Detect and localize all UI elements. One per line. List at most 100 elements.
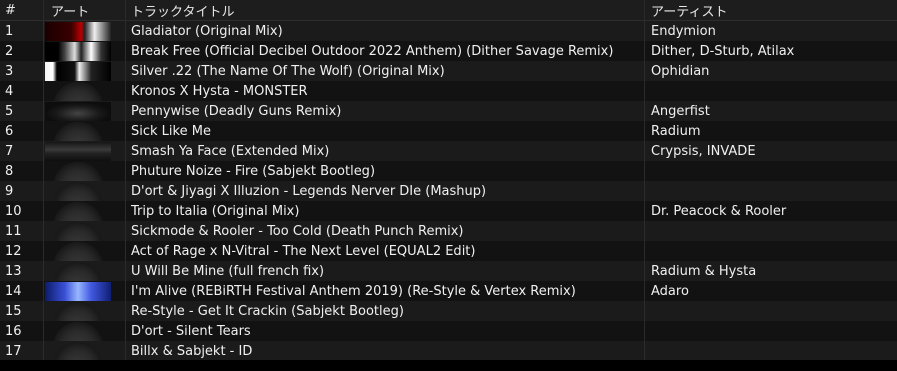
album-artwork-thumbnail: [45, 21, 111, 41]
track-row[interactable]: 13 U Will Be Mine (full french fix) Radium…: [0, 261, 897, 281]
track-number: 9: [0, 181, 44, 201]
artwork-cell: [44, 161, 126, 181]
track-title: D'ort & Jiyagi X Illuzion - Legends Nerv…: [126, 181, 645, 201]
album-artwork-thumbnail: [45, 121, 111, 141]
column-header-artwork[interactable]: アート: [44, 0, 126, 20]
track-row[interactable]: 15 Re-Style - Get It Crackin (Sabjekt Boo…: [0, 301, 897, 321]
track-artist: [645, 181, 897, 201]
track-list-header: # アート トラックタイトル アーティスト: [0, 0, 897, 21]
track-rows: 1 Gladiator (Original Mix) Endymion 2 Break …: [0, 21, 897, 361]
track-title: Re-Style - Get It Crackin (Sabjekt Bootl…: [126, 301, 645, 321]
album-artwork-thumbnail: [45, 221, 111, 241]
track-number: 6: [0, 121, 44, 141]
track-title: Phuture Noize - Fire (Sabjekt Bootleg): [126, 161, 645, 181]
track-number: 15: [0, 301, 44, 321]
track-title: Silver .22 (The Name Of The Wolf) (Origi…: [126, 61, 645, 81]
track-row[interactable]: 8 Phuture Noize - Fire (Sabjekt Bootleg): [0, 161, 897, 181]
track-title: U Will Be Mine (full french fix): [126, 261, 645, 281]
track-artist: [645, 81, 897, 101]
track-row[interactable]: 4 Kronos X Hysta - MONSTER: [0, 81, 897, 101]
artwork-cell: [44, 181, 126, 201]
track-title: D'ort - Silent Tears: [126, 321, 645, 341]
track-title: Break Free (Official Decibel Outdoor 202…: [126, 41, 645, 61]
track-number: 12: [0, 241, 44, 261]
track-number: 2: [0, 41, 44, 61]
track-artist: [645, 301, 897, 321]
track-title: I'm Alive (REBiRTH Festival Anthem 2019)…: [126, 281, 645, 301]
track-row[interactable]: 16 D'ort - Silent Tears: [0, 321, 897, 341]
track-number: 17: [0, 341, 44, 361]
album-artwork-thumbnail: [45, 321, 111, 341]
track-artist: Radium: [651, 123, 701, 139]
track-artist: [645, 221, 897, 241]
track-row[interactable]: 5 Pennywise (Deadly Guns Remix) Angerfist: [0, 101, 897, 121]
track-row[interactable]: 12 Act of Rage x N-Vitral - The Next Leve…: [0, 241, 897, 261]
track-number: 3: [0, 61, 44, 81]
track-title: Trip to Italia (Original Mix): [126, 201, 645, 221]
track-number: 8: [0, 161, 44, 181]
track-artist: Dr. Peacock & Rooler: [651, 203, 787, 219]
track-title: Act of Rage x N-Vitral - The Next Level …: [126, 241, 645, 261]
track-row[interactable]: 11 Sickmode & Rooler - Too Cold (Death Pu…: [0, 221, 897, 241]
track-artist: Radium & Hysta: [651, 263, 757, 279]
track-row[interactable]: 2 Break Free (Official Decibel Outdoor 20…: [0, 41, 897, 61]
album-artwork-thumbnail: [45, 301, 111, 321]
album-artwork-thumbnail: [45, 81, 111, 101]
artwork-cell: [44, 301, 126, 321]
track-row[interactable]: 6 Sick Like Me Radium: [0, 121, 897, 141]
track-title: Gladiator (Original Mix): [126, 21, 645, 41]
track-title: Smash Ya Face (Extended Mix): [126, 141, 645, 161]
album-artwork-thumbnail: [45, 61, 111, 81]
track-artist: [645, 341, 897, 361]
track-artist: Ophidian: [651, 63, 710, 79]
artwork-cell: [44, 21, 126, 41]
artwork-cell: [44, 61, 126, 81]
track-number: 10: [0, 201, 44, 221]
album-artwork-thumbnail: [45, 201, 111, 221]
track-artist: [645, 241, 897, 261]
track-title: Billx & Sabjekt - ID: [126, 341, 645, 361]
artwork-cell: [44, 101, 126, 121]
artwork-cell: [44, 241, 126, 261]
artwork-cell: [44, 41, 126, 61]
track-row[interactable]: 7 Smash Ya Face (Extended Mix) Crypsis, IN…: [0, 141, 897, 161]
track-number: 4: [0, 81, 44, 101]
artwork-cell: [44, 341, 126, 361]
artwork-cell: [44, 81, 126, 101]
artwork-cell: [44, 221, 126, 241]
track-number: 5: [0, 101, 44, 121]
track-title: Kronos X Hysta - MONSTER: [126, 81, 645, 101]
track-row[interactable]: 3 Silver .22 (The Name Of The Wolf) (Orig…: [0, 61, 897, 81]
track-title: Sick Like Me: [126, 121, 645, 141]
artwork-cell: [44, 141, 126, 161]
track-row[interactable]: 17 Billx & Sabjekt - ID: [0, 341, 897, 361]
album-artwork-thumbnail: [45, 41, 111, 61]
track-artist: [645, 321, 897, 341]
track-number: 16: [0, 321, 44, 341]
track-number: 14: [0, 281, 44, 301]
album-artwork-thumbnail: [45, 101, 111, 121]
artwork-cell: [44, 261, 126, 281]
footer-bar: [0, 360, 897, 371]
column-header-number[interactable]: #: [0, 0, 44, 20]
artwork-cell: [44, 281, 126, 301]
track-row[interactable]: 9 D'ort & Jiyagi X Illuzion - Legends Ner…: [0, 181, 897, 201]
track-artist: Angerfist: [651, 103, 710, 119]
track-row[interactable]: 14 I'm Alive (REBiRTH Festival Anthem 201…: [0, 281, 897, 301]
track-row[interactable]: 10 Trip to Italia (Original Mix) Dr. Peaco…: [0, 201, 897, 221]
album-artwork-thumbnail: [45, 261, 111, 281]
track-number: 7: [0, 141, 44, 161]
track-artist: [645, 161, 897, 181]
track-title: Pennywise (Deadly Guns Remix): [126, 101, 645, 121]
artwork-cell: [44, 121, 126, 141]
track-number: 11: [0, 221, 44, 241]
track-artist: Crypsis, INVADE: [651, 143, 756, 159]
album-artwork-thumbnail: [45, 241, 111, 261]
track-title: Sickmode & Rooler - Too Cold (Death Punc…: [126, 221, 645, 241]
track-artist: Adaro: [651, 283, 689, 299]
artwork-cell: [44, 201, 126, 221]
track-row[interactable]: 1 Gladiator (Original Mix) Endymion: [0, 21, 897, 41]
track-artist: Endymion: [651, 23, 716, 39]
column-header-title[interactable]: トラックタイトル: [126, 0, 645, 20]
column-header-artist[interactable]: アーティスト: [645, 0, 897, 20]
